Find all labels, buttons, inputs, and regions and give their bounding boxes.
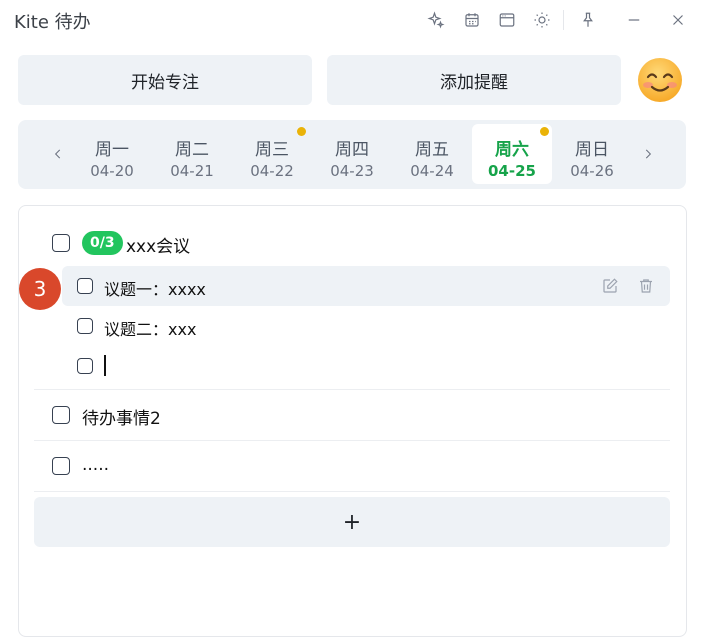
calendar-icon[interactable] — [462, 10, 482, 30]
new-subtask-input-caret[interactable] — [104, 355, 106, 376]
minimize-icon[interactable] — [624, 10, 644, 30]
add-reminder-button[interactable]: 添加提醒 — [327, 55, 621, 105]
trash-icon[interactable] — [636, 276, 656, 296]
has-tasks-dot — [540, 127, 549, 136]
day-name: 周三 — [255, 140, 289, 160]
app-title: Kite 待办 — [14, 12, 91, 33]
pin-icon[interactable] — [578, 10, 598, 30]
step-number-marker: 3 — [19, 268, 61, 310]
next-week-chevron-icon[interactable] — [638, 144, 658, 164]
day-date: 04-26 — [570, 162, 614, 180]
day-monday[interactable]: 周一 04-20 — [72, 124, 152, 184]
day-name: 周四 — [335, 140, 369, 160]
day-wednesday[interactable]: 周三 04-22 — [232, 124, 312, 184]
subtask-title[interactable]: 议题一：xxxx — [104, 276, 206, 300]
day-name: 周一 — [95, 140, 129, 160]
day-date: 04-24 — [410, 162, 454, 180]
day-date: 04-25 — [488, 162, 536, 180]
day-sunday[interactable]: 周日 04-26 — [552, 124, 632, 184]
day-date: 04-22 — [250, 162, 294, 180]
day-thursday[interactable]: 周四 04-23 — [312, 124, 392, 184]
theme-sun-icon[interactable] — [532, 10, 552, 30]
new-subtask-checkbox[interactable] — [77, 358, 93, 374]
smiling-emoji-avatar[interactable] — [637, 57, 683, 103]
day-date: 04-21 — [170, 162, 214, 180]
task-divider — [34, 491, 670, 492]
task-title[interactable]: 待办事情2 — [82, 404, 161, 429]
add-task-button[interactable]: + — [34, 497, 670, 547]
day-name: 周二 — [175, 140, 209, 160]
titlebar-divider — [563, 10, 564, 30]
day-tuesday[interactable]: 周二 04-21 — [152, 124, 232, 184]
day-date: 04-20 — [90, 162, 134, 180]
subtask-checkbox[interactable] — [77, 318, 93, 334]
subtask-progress-badge: 0/3 — [82, 231, 123, 255]
task-title[interactable]: ..... — [82, 455, 109, 475]
day-saturday-selected[interactable]: 周六 04-25 — [472, 124, 552, 184]
subtask-checkbox[interactable] — [77, 278, 93, 294]
sparkle-icon[interactable] — [426, 10, 446, 30]
has-tasks-dot — [297, 127, 306, 136]
edit-icon[interactable] — [600, 276, 620, 296]
prev-week-chevron-icon[interactable] — [48, 144, 68, 164]
day-friday[interactable]: 周五 04-24 — [392, 124, 472, 184]
close-icon[interactable] — [668, 10, 688, 30]
task-checkbox[interactable] — [52, 457, 70, 475]
start-focus-button[interactable]: 开始专注 — [18, 55, 312, 105]
subtask-title[interactable]: 议题二：xxx — [104, 316, 196, 340]
day-name: 周日 — [575, 140, 609, 160]
task-checkbox[interactable] — [52, 406, 70, 424]
day-name: 周六 — [495, 140, 529, 160]
week-day-strip: 周一 04-20 周二 04-21 周三 04-22 周四 04-23 周五 0… — [18, 120, 686, 189]
window-icon[interactable] — [497, 10, 517, 30]
task-divider — [34, 389, 670, 390]
task-title[interactable]: xxx会议 — [126, 232, 190, 257]
task-checkbox[interactable] — [52, 234, 70, 252]
day-date: 04-23 — [330, 162, 374, 180]
task-divider — [34, 440, 670, 441]
title-bar: Kite 待办 — [0, 0, 701, 40]
day-name: 周五 — [415, 140, 449, 160]
